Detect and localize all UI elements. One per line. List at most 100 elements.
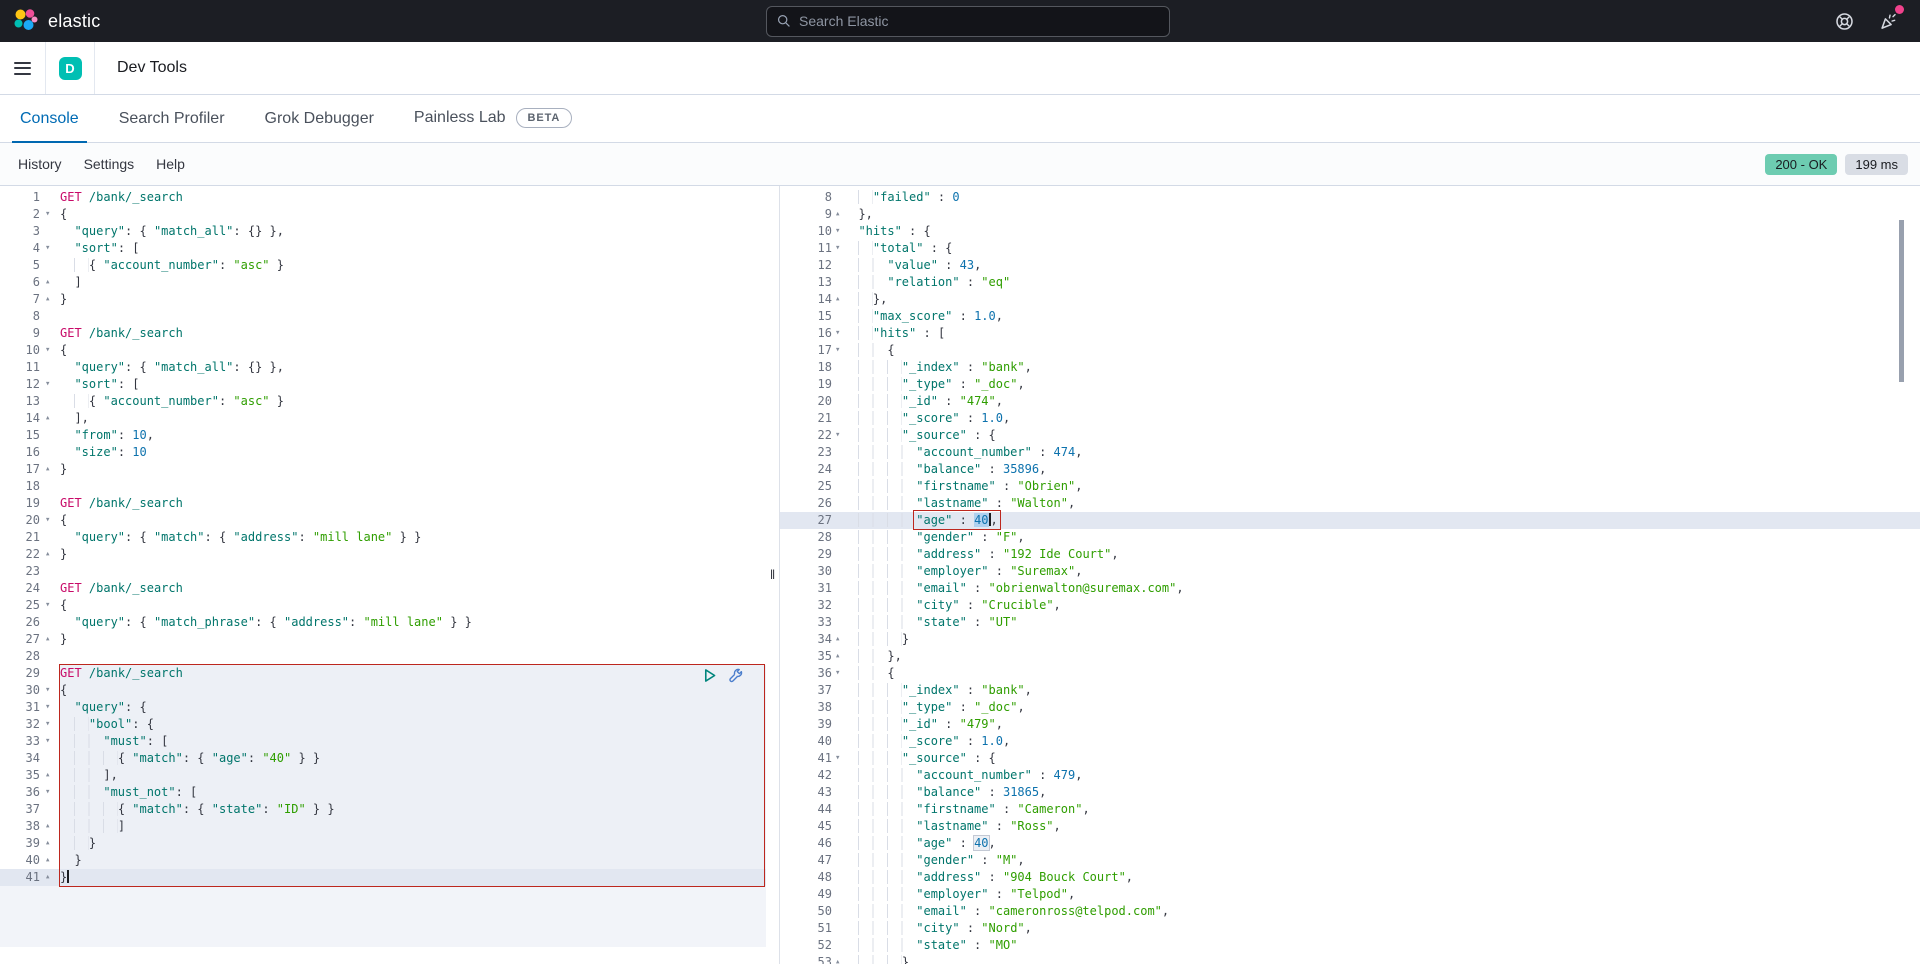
fold-toggle-icon[interactable]: ▾ [40, 699, 60, 716]
code-text[interactable]: "city" : "Crucible", [844, 597, 1920, 614]
code-line[interactable]: 41▴} [0, 869, 766, 886]
code-text[interactable]: "sort": [ [60, 376, 766, 393]
fold-toggle-icon[interactable]: ▾ [832, 750, 844, 767]
code-text[interactable]: "employer" : "Suremax", [844, 563, 1920, 580]
fold-toggle-icon[interactable]: ▴ [832, 206, 844, 223]
code-line[interactable]: 4▾ "sort": [ [0, 240, 766, 257]
fold-toggle-icon[interactable]: ▾ [40, 597, 60, 614]
code-text[interactable]: "query": { "match_all": {} }, [60, 359, 766, 376]
code-text[interactable]: { [60, 512, 766, 529]
code-text[interactable]: ], [60, 410, 766, 427]
code-text[interactable]: "_score" : 1.0, [844, 410, 1920, 427]
fold-toggle-icon[interactable]: ▾ [40, 784, 60, 801]
tab-search-profiler[interactable]: Search Profiler [111, 110, 233, 142]
fold-toggle-icon[interactable]: ▾ [40, 342, 60, 359]
code-text[interactable]: "address" : "192 Ide Court", [844, 546, 1920, 563]
code-line[interactable]: 36▾ "must_not": [ [0, 784, 766, 801]
code-text[interactable]: { [844, 342, 1920, 359]
code-line[interactable]: 29GET /bank/_search [0, 665, 766, 682]
code-line[interactable]: 29 "address" : "192 Ide Court", [780, 546, 1920, 563]
code-text[interactable]: "query": { "match_all": {} }, [60, 223, 766, 240]
code-line[interactable]: 53▴ } [780, 954, 1920, 964]
code-text[interactable]: "city" : "Nord", [844, 920, 1920, 937]
code-line[interactable]: 6▴ ] [0, 274, 766, 291]
fold-toggle-icon[interactable]: ▾ [40, 240, 60, 257]
code-text[interactable]: "age" : 40, [844, 512, 1920, 529]
newsfeed-icon[interactable] [1874, 7, 1902, 35]
code-line[interactable]: 38 "_type" : "_doc", [780, 699, 1920, 716]
code-line[interactable]: 12 "value" : 43, [780, 257, 1920, 274]
code-line[interactable]: 27 "age" : 40, [780, 512, 1920, 529]
code-line[interactable]: 32▾ "bool": { [0, 716, 766, 733]
fold-toggle-icon[interactable]: ▾ [832, 240, 844, 257]
code-text[interactable]: "firstname" : "Obrien", [844, 478, 1920, 495]
code-line[interactable]: 22▴} [0, 546, 766, 563]
code-text[interactable]: "sort": [ [60, 240, 766, 257]
fold-toggle-icon[interactable]: ▾ [40, 376, 60, 393]
code-text[interactable]: { [60, 597, 766, 614]
code-line[interactable]: 9▴ }, [780, 206, 1920, 223]
elastic-home-link[interactable]: elastic [0, 8, 300, 34]
code-line[interactable]: 36▾ { [780, 665, 1920, 682]
code-line[interactable]: 21 "_score" : 1.0, [780, 410, 1920, 427]
code-text[interactable]: }, [844, 291, 1920, 308]
fold-toggle-icon[interactable]: ▴ [40, 410, 60, 427]
code-text[interactable]: "email" : "obrienwalton@suremax.com", [844, 580, 1920, 597]
code-line[interactable]: 16 "size": 10 [0, 444, 766, 461]
code-line[interactable]: 16▾ "hits" : [ [780, 325, 1920, 342]
code-text[interactable]: "lastname" : "Walton", [844, 495, 1920, 512]
code-line[interactable]: 49 "employer" : "Telpod", [780, 886, 1920, 903]
code-line[interactable]: 1GET /bank/_search [0, 189, 766, 206]
code-line[interactable]: 8 "failed" : 0 [780, 189, 1920, 206]
code-text[interactable]: GET /bank/_search [60, 495, 766, 512]
code-line[interactable]: 43 "balance" : 31865, [780, 784, 1920, 801]
fold-toggle-icon[interactable]: ▾ [832, 223, 844, 240]
code-text[interactable]: } [60, 631, 766, 648]
code-text[interactable]: "failed" : 0 [844, 189, 1920, 206]
code-line[interactable]: 45 "lastname" : "Ross", [780, 818, 1920, 835]
code-text[interactable]: }, [844, 648, 1920, 665]
code-line[interactable]: 17▴} [0, 461, 766, 478]
code-text[interactable]: { "account_number": "asc" } [60, 257, 766, 274]
code-line[interactable]: 5 { "account_number": "asc" } [0, 257, 766, 274]
code-line[interactable]: 18 "_index" : "bank", [780, 359, 1920, 376]
code-text[interactable]: } [60, 461, 766, 478]
code-line[interactable]: 35▴ ], [0, 767, 766, 784]
code-line[interactable]: 37 "_index" : "bank", [780, 682, 1920, 699]
code-line[interactable]: 18 [0, 478, 766, 495]
fold-toggle-icon[interactable]: ▴ [832, 954, 844, 964]
fold-toggle-icon[interactable]: ▾ [832, 325, 844, 342]
code-line[interactable]: 31▾ "query": { [0, 699, 766, 716]
code-line[interactable]: 13 { "account_number": "asc" } [0, 393, 766, 410]
fold-toggle-icon[interactable]: ▴ [40, 546, 60, 563]
fold-toggle-icon[interactable]: ▴ [40, 291, 60, 308]
code-text[interactable]: "lastname" : "Ross", [844, 818, 1920, 835]
code-line[interactable]: 37 { "match": { "state": "ID" } } [0, 801, 766, 818]
help-link[interactable]: Help [156, 156, 185, 172]
code-line[interactable]: 34 { "match": { "age": "40" } } [0, 750, 766, 767]
code-line[interactable]: 25▾{ [0, 597, 766, 614]
code-text[interactable]: "_id" : "474", [844, 393, 1920, 410]
fold-toggle-icon[interactable]: ▴ [40, 461, 60, 478]
code-text[interactable]: "_source" : { [844, 427, 1920, 444]
code-text[interactable]: "state" : "MO" [844, 937, 1920, 954]
fold-toggle-icon[interactable]: ▴ [40, 835, 60, 852]
code-line[interactable]: 26 "lastname" : "Walton", [780, 495, 1920, 512]
code-line[interactable]: 15 "max_score" : 1.0, [780, 308, 1920, 325]
pane-resizer-handle[interactable]: ‖ [766, 186, 779, 964]
code-line[interactable]: 39 "_id" : "479", [780, 716, 1920, 733]
code-text[interactable]: "_index" : "bank", [844, 359, 1920, 376]
code-text[interactable]: "query": { "match": { "address": "mill l… [60, 529, 766, 546]
code-line[interactable]: 10▾{ [0, 342, 766, 359]
code-text[interactable]: } [60, 835, 766, 852]
fold-toggle-icon[interactable]: ▴ [832, 648, 844, 665]
code-text[interactable]: { "account_number": "asc" } [60, 393, 766, 410]
code-text[interactable]: "employer" : "Telpod", [844, 886, 1920, 903]
code-line[interactable]: 2▾{ [0, 206, 766, 223]
editor-empty-area[interactable] [0, 886, 766, 947]
code-text[interactable]: } [844, 631, 1920, 648]
code-text[interactable]: "age" : 40, [844, 835, 1920, 852]
code-line[interactable]: 24GET /bank/_search [0, 580, 766, 597]
history-link[interactable]: History [18, 156, 62, 172]
code-line[interactable]: 34▴ } [780, 631, 1920, 648]
